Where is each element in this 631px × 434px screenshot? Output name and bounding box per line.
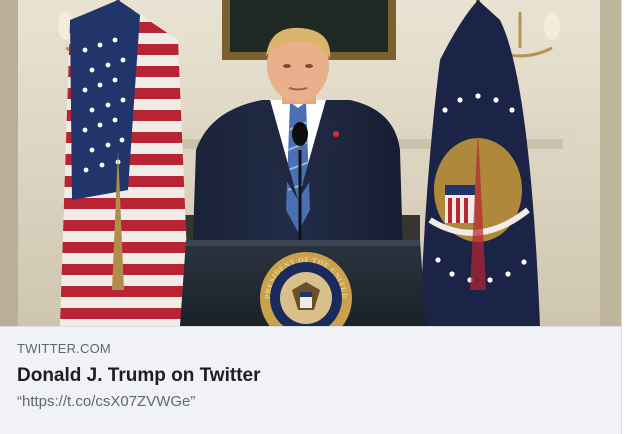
- link-preview-card[interactable]: PRESIDENT OF THE UNITED TWITTER.COM Dona…: [0, 0, 622, 434]
- link-description: “https://t.co/csX07ZVWGe”: [17, 393, 196, 410]
- press-room-scene: PRESIDENT OF THE UNITED: [0, 0, 621, 326]
- link-domain: TWITTER.COM: [17, 341, 111, 356]
- link-title[interactable]: Donald J. Trump on Twitter: [17, 365, 260, 387]
- link-meta[interactable]: TWITTER.COM Donald J. Trump on Twitter “…: [0, 326, 621, 434]
- podium: PRESIDENT OF THE UNITED: [180, 240, 426, 326]
- page-margin: [622, 0, 631, 434]
- preview-image[interactable]: PRESIDENT OF THE UNITED: [0, 0, 621, 326]
- us-flag: [60, 0, 190, 326]
